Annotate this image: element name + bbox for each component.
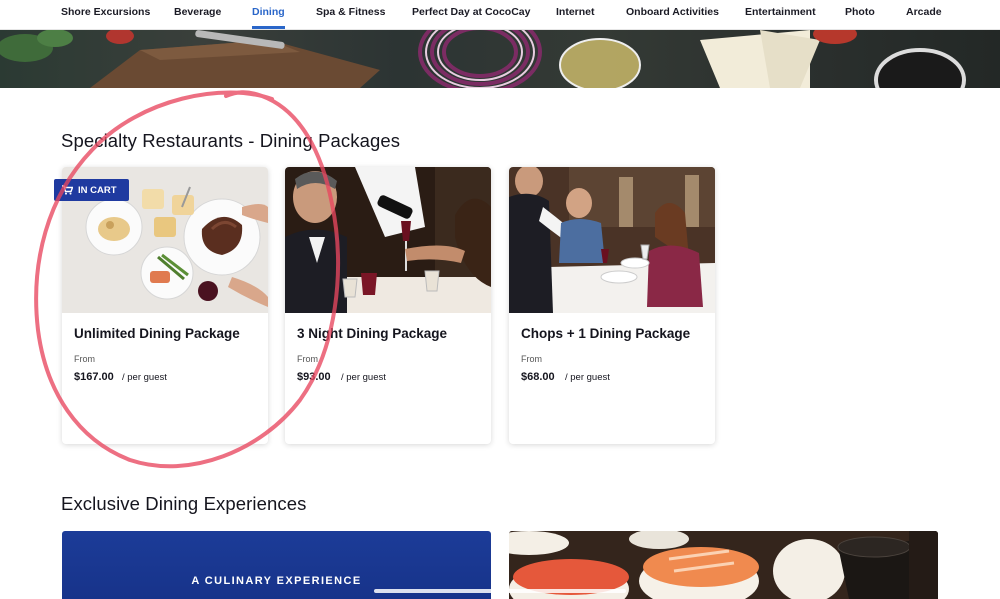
package-card-unlimited-dining[interactable]: Unlimited Dining Package From $167.00 / …: [62, 167, 268, 444]
price-per-guest-label: / per guest: [565, 372, 610, 383]
in-cart-label: IN CART: [78, 184, 117, 196]
culinary-experience-tag: A CULINARY EXPERIENCE: [191, 575, 362, 587]
price-per-guest-label: / per guest: [341, 372, 386, 383]
package-title: 3 Night Dining Package: [297, 326, 448, 341]
hero-food-illustration: [0, 30, 966, 88]
package-title: Unlimited Dining Package: [74, 326, 240, 341]
price-from-label: From: [297, 354, 318, 364]
package-price: $68.00: [521, 371, 555, 383]
package-price: $167.00: [74, 371, 114, 383]
cart-icon: [62, 185, 73, 195]
nav-spa-fitness[interactable]: Spa & Fitness: [316, 6, 385, 18]
hero-food-banner: [0, 30, 1000, 88]
nav-beverage[interactable]: Beverage: [174, 6, 221, 18]
nav-perfect-day-cococay[interactable]: Perfect Day at CocoCay: [412, 6, 530, 18]
nav-arcade[interactable]: Arcade: [906, 6, 942, 18]
section-title-specialty-restaurants: Specialty Restaurants - Dining Packages: [61, 130, 401, 151]
nav-internet[interactable]: Internet: [556, 6, 595, 18]
nav-shore-excursions[interactable]: Shore Excursions: [61, 6, 150, 18]
top-navigation: Shore Excursions Beverage Dining Spa & F…: [0, 0, 1000, 30]
nav-entertainment[interactable]: Entertainment: [745, 6, 816, 18]
package-title: Chops + 1 Dining Package: [521, 326, 691, 341]
nav-dining[interactable]: Dining: [252, 6, 285, 29]
price-from-label: From: [521, 354, 542, 364]
nav-photo[interactable]: Photo: [845, 6, 875, 18]
section-title-exclusive-dining: Exclusive Dining Experiences: [61, 493, 307, 514]
package-photo-steakhouse-couple: [509, 167, 715, 313]
package-card-chops-plus-1-dining[interactable]: Chops + 1 Dining Package From $68.00 / p…: [509, 167, 715, 444]
nav-onboard-activities[interactable]: Onboard Activities: [626, 6, 719, 18]
package-price: $93.00: [297, 371, 331, 383]
package-card-3-night-dining[interactable]: 3 Night Dining Package From $93.00 / per…: [285, 167, 491, 444]
price-per-guest-label: / per guest: [122, 372, 167, 383]
price-from-label: From: [74, 354, 95, 364]
package-photo-wine-service: [285, 167, 491, 313]
home-indicator-bar: [374, 589, 626, 593]
in-cart-badge: IN CART: [54, 179, 129, 201]
